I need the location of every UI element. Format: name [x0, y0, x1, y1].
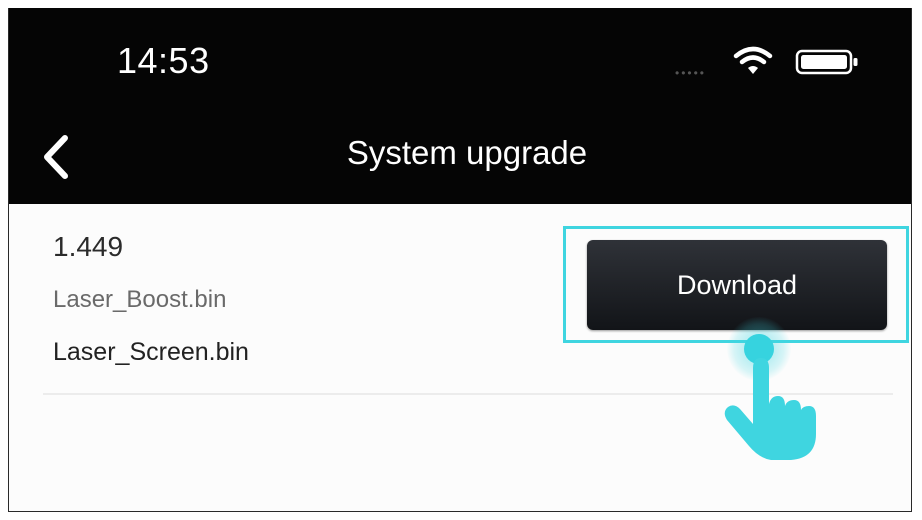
app-screen: 14:53 ••••• System upgrade 1.449 Laser_B… — [8, 8, 912, 512]
pointing-hand-icon — [724, 358, 816, 460]
firmware-version: 1.449 — [53, 231, 124, 262]
status-time: 14:53 — [117, 40, 210, 81]
wifi-icon — [733, 46, 773, 74]
firmware-file: Laser_Boost.bin — [53, 286, 227, 313]
firmware-file: Laser_Screen.bin — [53, 338, 249, 366]
battery-icon — [795, 49, 858, 75]
page-title: System upgrade — [346, 134, 588, 171]
download-button[interactable]: Download — [587, 240, 887, 330]
signal-dots-icon: ••••• — [675, 66, 707, 80]
header: 14:53 ••••• System upgrade — [9, 8, 911, 204]
firmware-panel: 1.449 Laser_Boost.bin Laser_Screen.bin D… — [9, 204, 911, 511]
